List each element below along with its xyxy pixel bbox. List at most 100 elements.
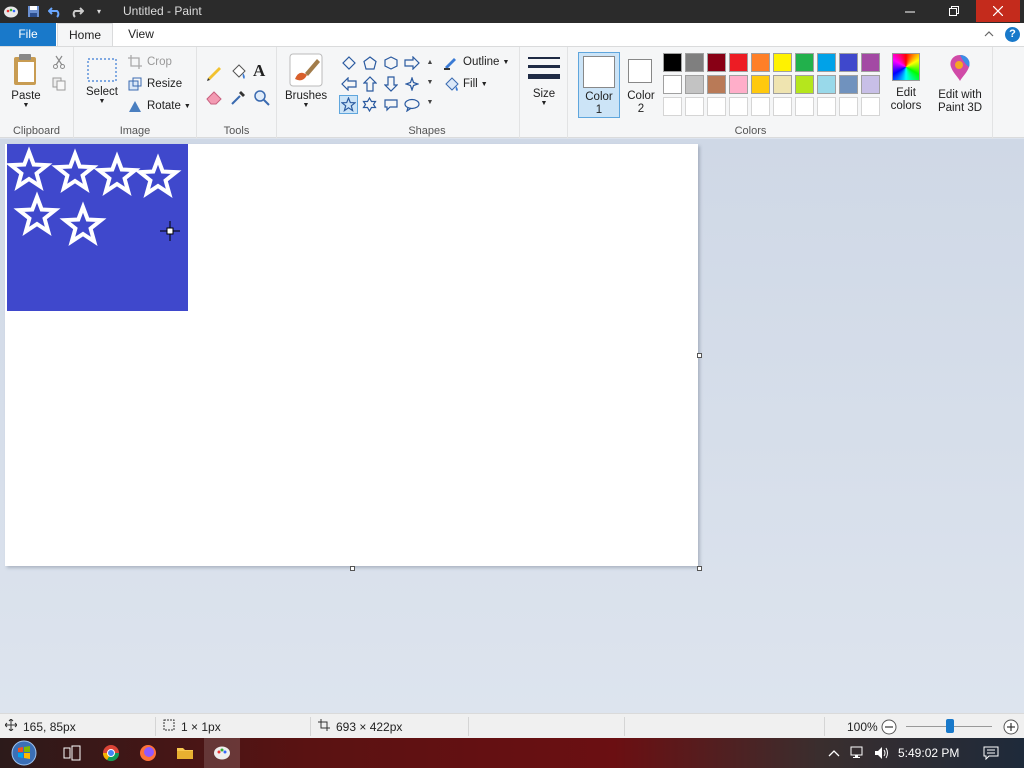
- tab-file[interactable]: File: [0, 23, 56, 46]
- palette-color-swatch[interactable]: [685, 75, 704, 94]
- palette-color-swatch[interactable]: [817, 75, 836, 94]
- palette-color-swatch[interactable]: [839, 53, 858, 72]
- palette-color-swatch[interactable]: [817, 53, 836, 72]
- palette-custom-slot[interactable]: [663, 97, 682, 116]
- palette-custom-slot[interactable]: [707, 97, 726, 116]
- color-picker-icon[interactable]: [229, 89, 247, 110]
- fill-button[interactable]: Fill ▼: [443, 74, 488, 94]
- palette-color-swatch[interactable]: [861, 53, 880, 72]
- collapse-ribbon-icon[interactable]: [984, 27, 994, 41]
- rounded-callout-shape-icon[interactable]: [381, 95, 400, 114]
- oval-callout-shape-icon[interactable]: [402, 95, 421, 114]
- fill-bucket-icon[interactable]: [229, 63, 247, 84]
- restore-button[interactable]: [932, 0, 976, 22]
- edit-colors-button[interactable]: Edit colors: [886, 53, 926, 119]
- hexagon-shape-icon[interactable]: [381, 53, 400, 72]
- palette-color-swatch[interactable]: [795, 75, 814, 94]
- undo-icon[interactable]: [44, 1, 66, 23]
- paint-app-icon[interactable]: [0, 1, 22, 23]
- magnifier-icon[interactable]: [253, 89, 271, 110]
- shapes-scroll-down-icon[interactable]: ▼: [425, 73, 435, 93]
- outline-button[interactable]: Outline ▼: [443, 52, 509, 72]
- network-icon[interactable]: [846, 738, 870, 768]
- paint-taskbar-icon[interactable]: [204, 738, 240, 768]
- palette-custom-slot[interactable]: [839, 97, 858, 116]
- palette-custom-slot[interactable]: [861, 97, 880, 116]
- outline-dropdown-icon[interactable]: ▼: [502, 59, 509, 66]
- select-button[interactable]: Select ▼: [82, 57, 122, 105]
- show-hidden-icons[interactable]: [822, 738, 846, 768]
- firefox-icon[interactable]: [130, 738, 166, 768]
- down-arrow-shape-icon[interactable]: [381, 74, 400, 93]
- four-point-star-shape-icon[interactable]: [402, 74, 421, 93]
- redo-icon[interactable]: [66, 1, 88, 23]
- select-dropdown-icon[interactable]: ▼: [82, 98, 122, 105]
- paste-button[interactable]: Paste ▼: [6, 53, 46, 109]
- zoom-slider-thumb[interactable]: [946, 719, 954, 733]
- color-2-button[interactable]: Color 2: [624, 57, 658, 119]
- diamond-shape-icon[interactable]: [339, 53, 358, 72]
- file-explorer-icon[interactable]: [167, 738, 203, 768]
- canvas-resize-handle-corner[interactable]: [697, 566, 702, 571]
- shapes-scroll-up-icon[interactable]: ▲: [425, 53, 435, 73]
- pentagon-shape-icon[interactable]: [360, 53, 379, 72]
- palette-custom-slot[interactable]: [795, 97, 814, 116]
- palette-color-swatch[interactable]: [729, 75, 748, 94]
- palette-custom-slot[interactable]: [729, 97, 748, 116]
- taskbar-clock[interactable]: 5:49:02 PM: [898, 738, 959, 768]
- rotate-dropdown-icon[interactable]: ▼: [184, 103, 191, 110]
- help-icon[interactable]: ?: [1005, 27, 1020, 42]
- save-icon[interactable]: [22, 1, 44, 23]
- palette-color-swatch[interactable]: [861, 75, 880, 94]
- palette-color-swatch[interactable]: [795, 53, 814, 72]
- pencil-icon[interactable]: [205, 63, 223, 84]
- palette-custom-slot[interactable]: [817, 97, 836, 116]
- six-point-star-shape-icon[interactable]: [360, 95, 379, 114]
- right-arrow-shape-icon[interactable]: [402, 53, 421, 72]
- palette-custom-slot[interactable]: [685, 97, 704, 116]
- drawing-canvas[interactable]: [5, 144, 698, 566]
- crop-button[interactable]: Crop: [127, 52, 172, 72]
- palette-color-swatch[interactable]: [773, 53, 792, 72]
- shapes-expand-icon[interactable]: ▼: [425, 93, 435, 113]
- palette-color-swatch[interactable]: [773, 75, 792, 94]
- zoom-out-button[interactable]: [881, 714, 897, 739]
- up-arrow-shape-icon[interactable]: [360, 74, 379, 93]
- tab-view[interactable]: View: [117, 23, 165, 46]
- size-button[interactable]: Size ▼: [526, 55, 562, 107]
- shapes-scroll[interactable]: ▲ ▼ ▼: [425, 53, 435, 113]
- start-button[interactable]: [4, 738, 44, 768]
- zoom-in-button[interactable]: [1003, 714, 1019, 739]
- eraser-icon[interactable]: [205, 89, 223, 108]
- edit-with-paint-3d-button[interactable]: Edit with Paint 3D: [934, 53, 986, 119]
- task-view-icon[interactable]: [54, 738, 90, 768]
- fill-dropdown-icon[interactable]: ▼: [481, 81, 488, 88]
- palette-color-swatch[interactable]: [707, 75, 726, 94]
- tab-home[interactable]: Home: [57, 23, 113, 47]
- volume-icon[interactable]: [870, 738, 894, 768]
- palette-custom-slot[interactable]: [751, 97, 770, 116]
- five-point-star-shape-icon[interactable]: [339, 95, 358, 114]
- palette-color-swatch[interactable]: [839, 75, 858, 94]
- close-button[interactable]: [976, 0, 1020, 22]
- palette-custom-slot[interactable]: [773, 97, 792, 116]
- size-dropdown-icon[interactable]: ▼: [526, 100, 562, 107]
- color-1-button[interactable]: Color 1: [578, 52, 620, 118]
- palette-color-swatch[interactable]: [707, 53, 726, 72]
- customize-qat-icon[interactable]: ▾: [88, 1, 110, 23]
- left-arrow-shape-icon[interactable]: [339, 74, 358, 93]
- brushes-button[interactable]: Brushes ▼: [285, 53, 327, 109]
- canvas-resize-handle-bottom[interactable]: [350, 566, 355, 571]
- cut-icon[interactable]: [52, 55, 66, 72]
- palette-color-swatch[interactable]: [685, 53, 704, 72]
- resize-button[interactable]: Resize: [127, 74, 182, 94]
- chrome-icon[interactable]: [93, 738, 129, 768]
- palette-color-swatch[interactable]: [663, 75, 682, 94]
- action-center-icon[interactable]: [976, 738, 1006, 768]
- palette-color-swatch[interactable]: [729, 53, 748, 72]
- palette-color-swatch[interactable]: [751, 75, 770, 94]
- copy-icon[interactable]: [52, 77, 66, 94]
- palette-color-swatch[interactable]: [751, 53, 770, 72]
- palette-color-swatch[interactable]: [663, 53, 682, 72]
- rotate-button[interactable]: Rotate ▼: [127, 96, 191, 116]
